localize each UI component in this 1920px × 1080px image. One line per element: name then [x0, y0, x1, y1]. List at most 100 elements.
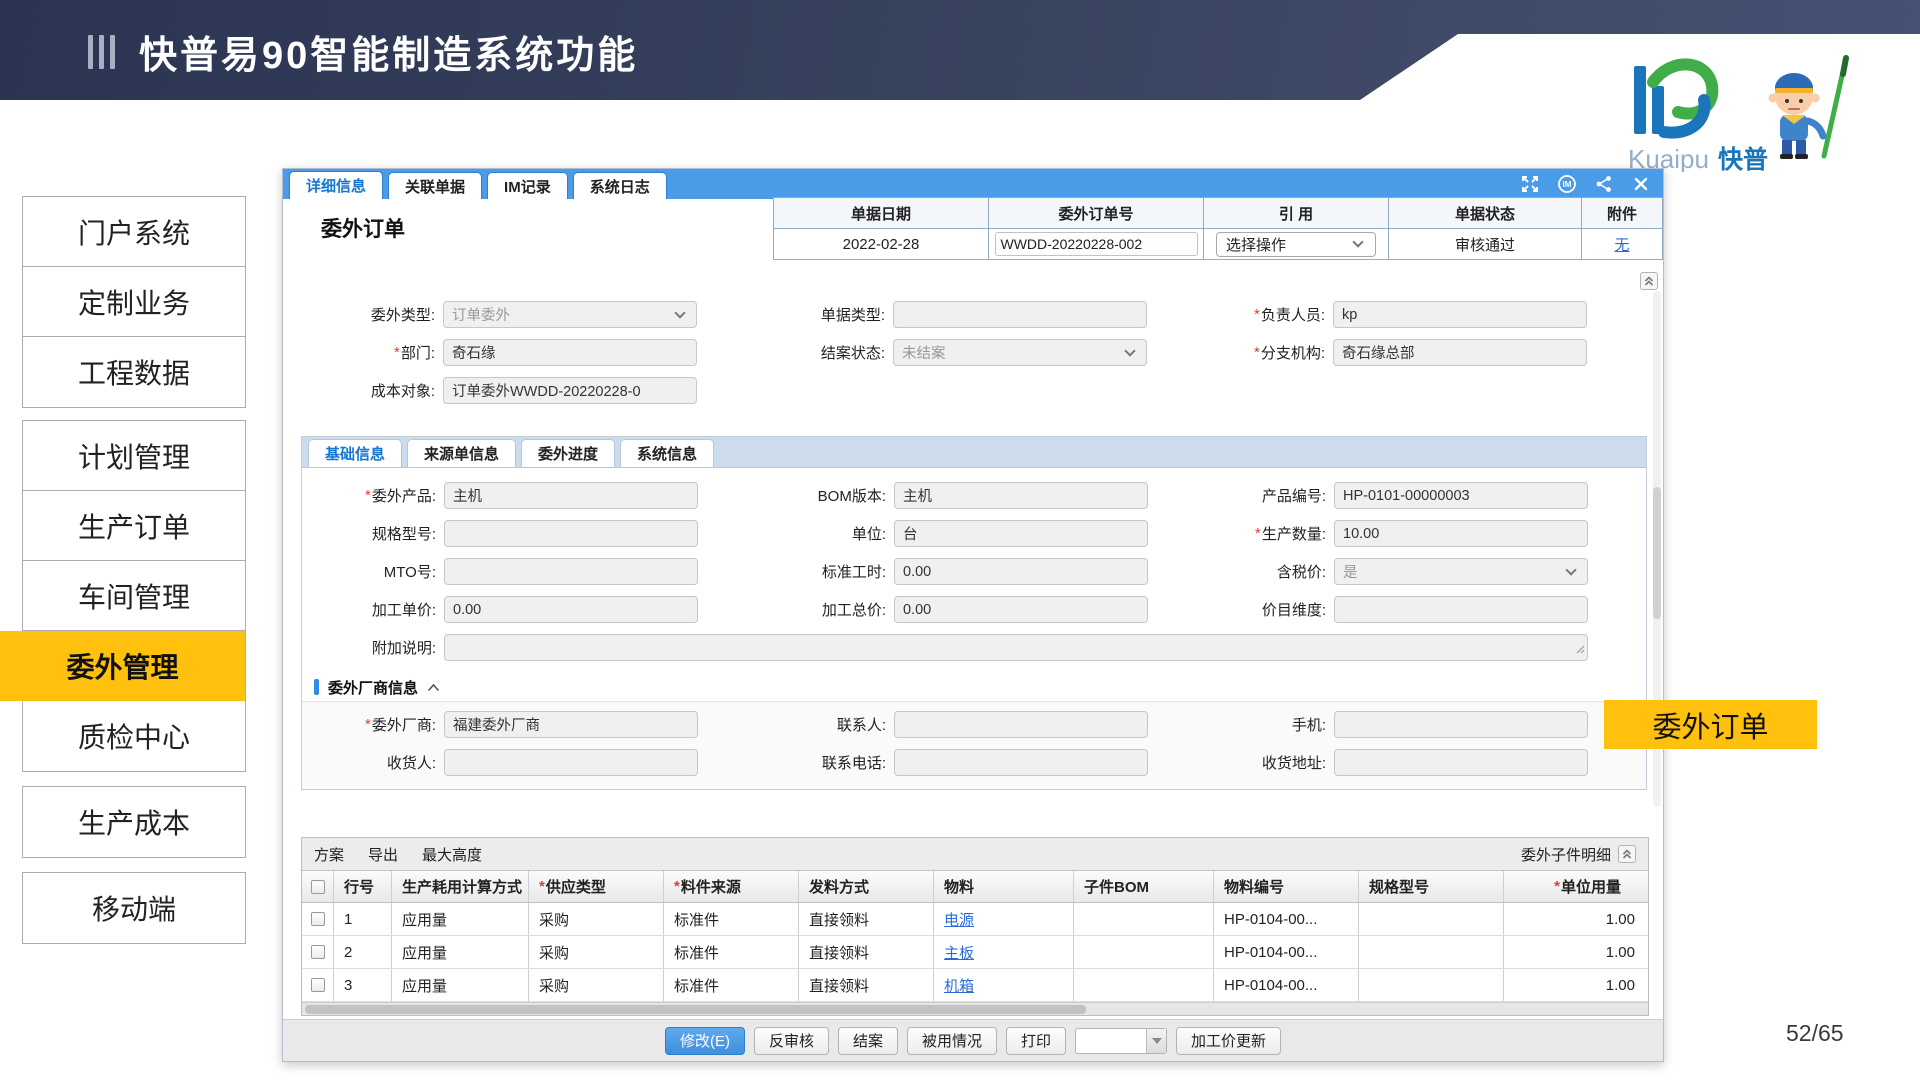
vendor-input[interactable]: 福建委外厂商: [444, 711, 698, 738]
sidebar-item-custom-business[interactable]: 定制业务: [23, 267, 245, 337]
row-checkbox[interactable]: [311, 945, 325, 959]
product-code-input[interactable]: HP-0101-00000003: [1334, 482, 1588, 509]
collapse-grid-button[interactable]: [1618, 845, 1636, 863]
reference-cell: 选择操作: [1204, 229, 1389, 260]
vertical-scrollbar-thumb[interactable]: [1653, 487, 1661, 619]
contact-phone-input[interactable]: [894, 749, 1148, 776]
tab-related-documents[interactable]: 关联单据: [388, 172, 482, 199]
sidebar-item-outsourcing-management[interactable]: 委外管理: [0, 631, 245, 701]
receiver-label: 收货人:: [386, 752, 444, 773]
toolbar-export-button[interactable]: 导出: [368, 844, 398, 865]
material-link[interactable]: 电源: [944, 909, 974, 930]
order-header-table: 单据日期 委外订单号 引 用 单据状态 附件 2022-02-28 WWDD-2…: [773, 197, 1663, 260]
contact-person-input[interactable]: [894, 711, 1148, 738]
unit-label: 单位:: [851, 523, 894, 544]
sidebar-item-production-order[interactable]: 生产订单: [23, 491, 245, 561]
subtab-basic-info[interactable]: 基础信息: [308, 439, 402, 467]
cost-object-input[interactable]: 订单委外WWDD-20220228-0: [443, 377, 697, 404]
subtab-system-info[interactable]: 系统信息: [620, 439, 714, 467]
grid-title: 委外子件明细: [1521, 844, 1611, 865]
standard-hours-input[interactable]: 0.00: [894, 558, 1148, 585]
col-order-no: 委外订单号: [989, 198, 1204, 229]
vendor-label: *委外厂商:: [365, 714, 444, 735]
close-status-select[interactable]: 未结案: [893, 339, 1147, 366]
outsource-type-label: 委外类型:: [370, 304, 443, 325]
window-tabbar: 详细信息 关联单据 IM记录 系统日志: [283, 169, 1663, 199]
row-checkbox[interactable]: [311, 912, 325, 926]
select-all-checkbox[interactable]: [311, 880, 325, 894]
sidebar-item-quality-center[interactable]: 质检中心: [23, 701, 245, 771]
tab-im-record[interactable]: IM记录: [487, 172, 568, 199]
chevron-up-icon[interactable]: [427, 683, 440, 692]
tab-system-log[interactable]: 系统日志: [573, 172, 667, 199]
resize-handle-icon[interactable]: [1576, 642, 1585, 658]
delivery-address-input[interactable]: [1334, 749, 1588, 776]
sidebar-item-plan-management[interactable]: 计划管理: [23, 421, 245, 491]
sidebar-item-production-cost[interactable]: 生产成本: [23, 787, 245, 857]
tax-included-select[interactable]: 是: [1334, 558, 1588, 585]
toolbar-max-height-button[interactable]: 最大高度: [422, 844, 482, 865]
footer-dropdown[interactable]: [1075, 1028, 1167, 1054]
production-qty-label: *生产数量:: [1255, 523, 1334, 544]
receiver-input[interactable]: [444, 749, 698, 776]
doc-status-value: 审核通过: [1389, 229, 1582, 260]
close-status-label: 结案状态:: [820, 342, 893, 363]
sidebar-group-1: 门户系统 定制业务 工程数据: [22, 196, 246, 408]
footer-button-bar: 修改(E) 反审核 结案 被用情况 打印 加工价更新: [283, 1019, 1663, 1061]
row-checkbox[interactable]: [311, 978, 325, 992]
col-issue-method: 发料方式: [799, 871, 934, 902]
close-case-button[interactable]: 结案: [838, 1027, 898, 1055]
price-dimension-label: 价目维度:: [1261, 599, 1334, 620]
notes-textarea[interactable]: [444, 634, 1588, 661]
usage-status-button[interactable]: 被用情况: [907, 1027, 997, 1055]
reference-action-select[interactable]: 选择操作: [1216, 232, 1376, 257]
col-supply-type: *供应类型: [529, 871, 664, 902]
process-unit-price-input[interactable]: 0.00: [444, 596, 698, 623]
close-icon[interactable]: [1631, 174, 1651, 194]
material-link[interactable]: 机箱: [944, 975, 974, 996]
fullscreen-icon[interactable]: [1520, 174, 1540, 194]
doc-type-input[interactable]: [893, 301, 1147, 328]
sidebar-item-portal[interactable]: 门户系统: [23, 197, 245, 267]
material-link[interactable]: 主板: [944, 942, 974, 963]
unapprove-button[interactable]: 反审核: [754, 1027, 829, 1055]
process-total-price-label: 加工总价:: [821, 599, 894, 620]
mto-no-label: MTO号:: [383, 561, 444, 582]
order-no-input[interactable]: WWDD-20220228-002: [995, 232, 1198, 256]
print-button[interactable]: 打印: [1006, 1027, 1066, 1055]
horizontal-scrollbar-thumb[interactable]: [305, 1005, 1086, 1014]
sidebar-item-engineering-data[interactable]: 工程数据: [23, 337, 245, 407]
sidebar-item-mobile[interactable]: 移动端: [23, 873, 245, 943]
subtab-outsource-progress[interactable]: 委外进度: [521, 439, 615, 467]
spec-model-input[interactable]: [444, 520, 698, 547]
price-dimension-input[interactable]: [1334, 596, 1588, 623]
attachment-link[interactable]: 无: [1614, 234, 1629, 255]
outsource-product-input[interactable]: 主机: [444, 482, 698, 509]
branch-input[interactable]: 奇石缘总部: [1333, 339, 1587, 366]
responsible-person-input[interactable]: kp: [1333, 301, 1587, 328]
subtab-source-doc[interactable]: 来源单信息: [407, 439, 516, 467]
horizontal-scrollbar[interactable]: [302, 1002, 1648, 1015]
share-icon[interactable]: [1594, 174, 1614, 194]
department-input[interactable]: 奇石缘: [443, 339, 697, 366]
im-chat-icon[interactable]: IM: [1557, 174, 1577, 194]
attachment-cell: 无: [1582, 229, 1663, 260]
mobile-input[interactable]: [1334, 711, 1588, 738]
modify-button[interactable]: 修改(E): [665, 1027, 745, 1055]
sidebar-item-workshop-management[interactable]: 车间管理: [23, 561, 245, 631]
detail-subpanel: 基础信息 来源单信息 委外进度 系统信息 *委外产品: 主机 BOM版本: 主机…: [301, 436, 1647, 790]
production-qty-input[interactable]: 10.00: [1334, 520, 1588, 547]
document-title: 委外订单: [321, 213, 405, 243]
outsource-type-select[interactable]: 订单委外: [443, 301, 697, 328]
outsource-product-label: *委外产品:: [365, 485, 444, 506]
toolbar-scheme-button[interactable]: 方案: [314, 844, 344, 865]
process-price-update-button[interactable]: 加工价更新: [1176, 1027, 1281, 1055]
tab-detail-info[interactable]: 详细信息: [289, 171, 383, 199]
process-total-price-input[interactable]: 0.00: [894, 596, 1148, 623]
bom-version-input[interactable]: 主机: [894, 482, 1148, 509]
collapse-header-button[interactable]: [1640, 272, 1658, 290]
mto-no-input[interactable]: [444, 558, 698, 585]
basic-info-form: *委外产品: 主机 BOM版本: 主机 产品编号: HP-0101-000000…: [302, 482, 1646, 661]
col-doc-date: 单据日期: [774, 198, 989, 229]
unit-input[interactable]: 台: [894, 520, 1148, 547]
